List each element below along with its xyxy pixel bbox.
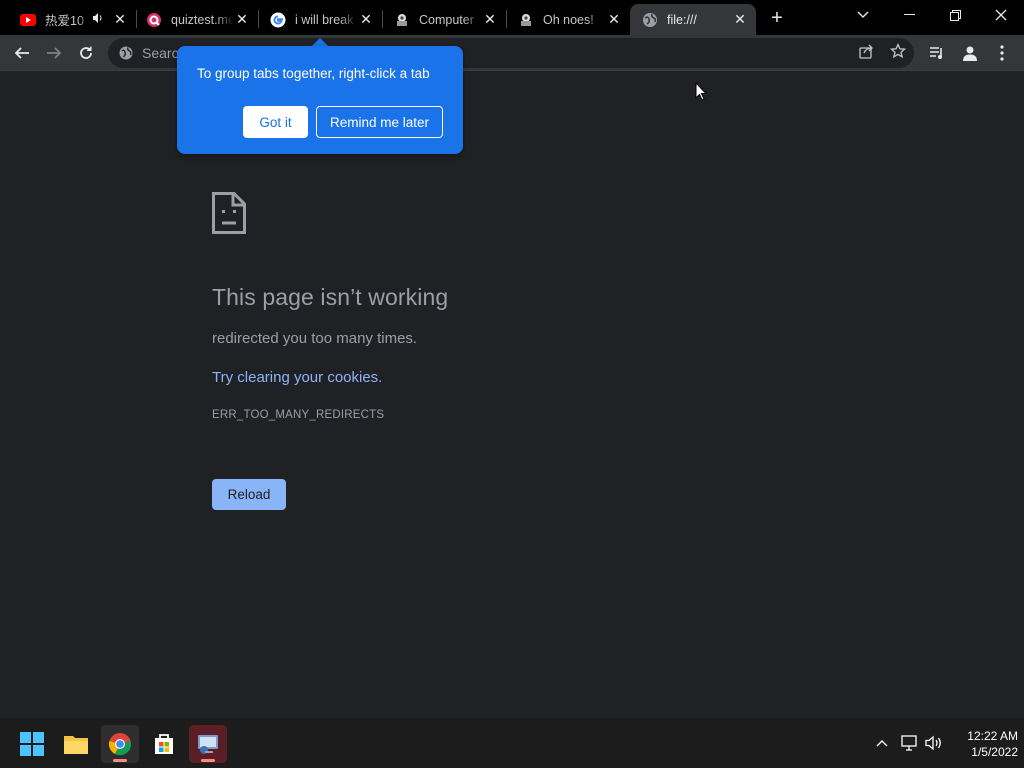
speaker-icon[interactable] [92,12,106,27]
reload-icon[interactable] [72,39,100,67]
close-tab-icon[interactable]: ✕ [358,11,374,28]
close-window-button[interactable] [978,0,1024,30]
tab-google-search[interactable]: i will break ✕ [258,4,382,35]
tab-title: file:/// [667,12,697,27]
taskbar: 12:22 AM 1/5/2022 [0,718,1024,768]
remote-app-button[interactable] [189,725,227,763]
sad-page-icon [212,192,246,239]
tab-search-button[interactable] [840,0,886,30]
link-suffix: . [378,369,383,386]
profile-avatar-icon[interactable] [956,39,984,67]
close-tab-icon[interactable]: ✕ [234,11,250,28]
site-logo-icon [518,12,534,28]
site-info-icon[interactable] [118,45,134,61]
youtube-icon [20,12,36,28]
close-tab-icon[interactable]: ✕ [606,11,622,28]
toolbar [0,35,1024,71]
share-icon[interactable] [857,42,875,60]
promo-text: To group tabs together, right-click a ta… [197,66,430,81]
tab-title: Oh noes! [543,12,594,27]
store-button[interactable] [145,725,183,763]
clock-date: 1/5/2022 [971,745,1018,759]
show-hidden-icons-chevron-icon[interactable] [871,732,893,754]
active-indicator [113,759,127,762]
tab-oh-noes[interactable]: Oh noes! ✕ [506,4,630,35]
start-button[interactable] [13,725,51,763]
tab-title: quiztest.me [171,12,234,27]
error-code: ERR_TOO_MANY_REDIRECTS [212,409,385,421]
site-logo-icon [394,12,410,28]
file-explorer-button[interactable] [57,725,95,763]
close-tab-icon[interactable]: ✕ [112,11,128,28]
menu-kebab-icon[interactable] [988,39,1016,67]
error-title: This page isn’t working [212,284,449,310]
restore-button[interactable] [932,0,978,30]
tab-title: Computer [419,12,474,27]
tab-computer[interactable]: Computer ✕ [382,4,506,35]
got-it-button[interactable]: Got it [243,106,308,138]
tab-quiztest[interactable]: quiztest.me ✕ [134,4,258,35]
back-button[interactable] [8,39,36,67]
tab-title: 热爱10 [45,14,84,28]
chrome-taskbar-button[interactable] [101,725,139,763]
network-icon[interactable] [899,732,921,754]
tab-groups-promo-bubble: To group tabs together, right-click a ta… [177,46,463,154]
close-tab-icon[interactable]: ✕ [482,11,498,28]
quiz-icon [146,12,162,28]
volume-icon[interactable] [923,732,945,754]
system-clock[interactable]: 12:22 AM 1/5/2022 [948,728,1018,760]
clear-cookies-text: Try clearing your cookies. [212,369,382,386]
active-indicator [201,759,215,762]
error-description: redirected you too many times. [212,330,418,347]
media-controls-icon[interactable] [923,39,951,67]
reload-button[interactable]: Reload [212,479,286,510]
error-page: This page isn’t working redirected you t… [0,72,1024,718]
remind-later-button[interactable]: Remind me later [316,106,443,138]
mouse-cursor-icon [695,81,708,106]
close-tab-icon[interactable]: ✕ [732,11,748,28]
bookmark-star-icon[interactable] [889,42,907,60]
tab-youtube[interactable]: 热爱10 ✕ [8,4,136,35]
globe-icon [642,12,658,28]
clock-time: 12:22 AM [967,729,1018,743]
minimize-button[interactable] [886,0,932,30]
new-tab-button[interactable]: + [766,7,788,29]
google-icon [270,12,286,28]
forward-button[interactable] [40,39,68,67]
tab-title: i will break [295,12,354,27]
tab-file-active[interactable]: file:/// ✕ [630,4,756,35]
clear-cookies-link[interactable]: Try clearing your cookies [212,369,378,386]
tab-strip: 热爱10 ✕ quiztest.me ✕ i will break ✕ Comp… [0,0,1024,35]
